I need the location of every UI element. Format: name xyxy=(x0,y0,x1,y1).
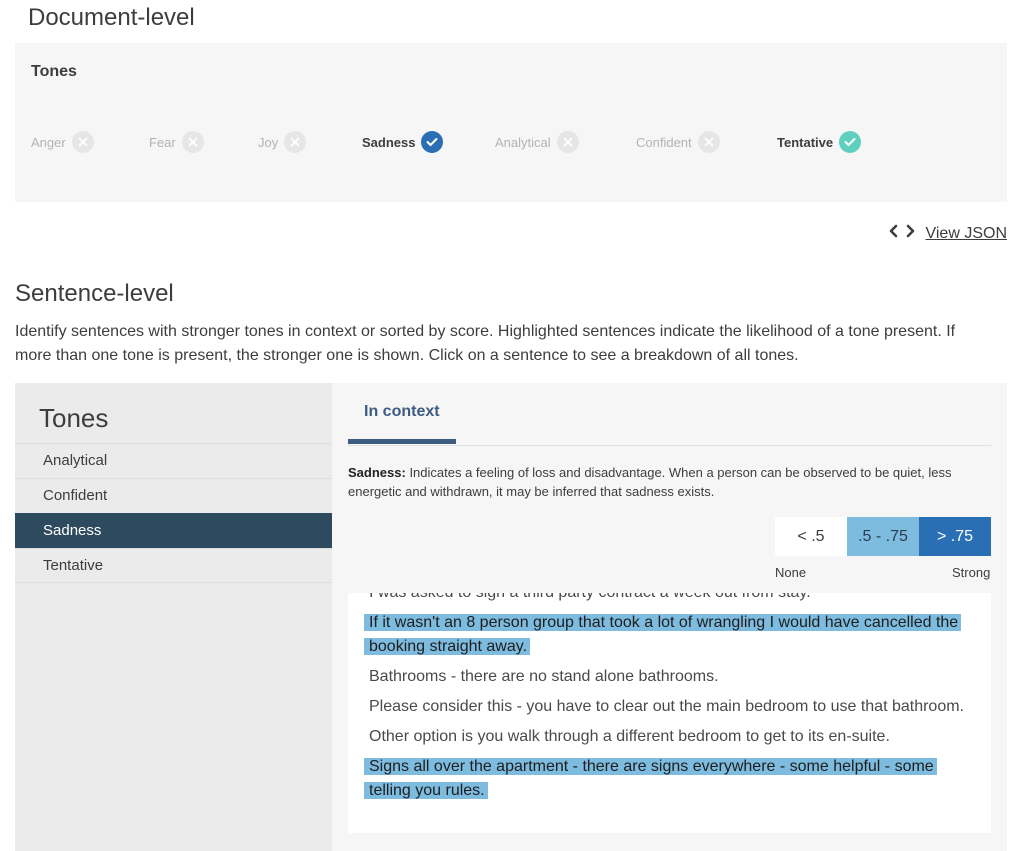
legend-low: < .5 xyxy=(775,517,847,556)
sentence[interactable]: I was asked to sign a third party contra… xyxy=(364,593,975,605)
document-level-title: Document-level xyxy=(28,4,195,31)
close-icon xyxy=(71,131,94,153)
sentence-level-panel: Tones Analytical Confident Sadness Tenta… xyxy=(15,383,1007,851)
sidebar-item-tentative[interactable]: Tentative xyxy=(15,548,332,583)
tab-in-context[interactable]: In context xyxy=(364,403,440,421)
legend-none-label: None xyxy=(775,565,807,580)
tone-label: Anger xyxy=(31,134,66,150)
sentence-level-title: Sentence-level xyxy=(15,280,174,307)
tone-chip-anger[interactable]: Anger xyxy=(31,131,94,153)
sentence[interactable]: Please consider this - you have to clear… xyxy=(364,695,975,719)
sentence-text: Signs all over the apartment - there are… xyxy=(364,758,937,799)
sentence-text: If it wasn't an 8 person group that took… xyxy=(364,614,962,655)
sidebar-item-sadness[interactable]: Sadness xyxy=(15,513,332,548)
tone-chip-joy[interactable]: Joy xyxy=(258,131,307,153)
sentences-in-context[interactable]: I was asked to sign a third party contra… xyxy=(348,593,991,833)
tone-chip-fear[interactable]: Fear xyxy=(149,131,204,153)
tone-chip-sadness[interactable]: Sadness xyxy=(362,131,444,153)
tones-panel-title: Tones xyxy=(31,63,77,80)
close-icon xyxy=(556,131,579,153)
sentence-text: I was asked to sign a third party contra… xyxy=(364,593,811,601)
sentence-level-description: Identify sentences with stronger tones i… xyxy=(15,323,956,364)
sidebar-item-confident[interactable]: Confident xyxy=(15,478,332,513)
tone-chip-tentative[interactable]: Tentative xyxy=(777,131,862,153)
sidebar-title: Tones xyxy=(39,403,109,433)
sentence-highlighted[interactable]: Signs all over the apartment - there are… xyxy=(364,755,975,803)
legend-strong-label: Strong xyxy=(952,565,991,580)
view-json-nav: View JSON xyxy=(887,224,1007,243)
sidebar-item-analytical[interactable]: Analytical xyxy=(15,443,332,478)
tone-label: Tentative xyxy=(777,134,834,150)
sentence[interactable]: Other option is you walk through a diffe… xyxy=(364,725,975,749)
legend-high: > .75 xyxy=(919,517,991,556)
tone-chip-analytical[interactable]: Analytical xyxy=(495,131,579,153)
tone-description-name: Sadness: xyxy=(348,465,406,480)
sentence-text: Other option is you walk through a diffe… xyxy=(369,728,890,745)
legend-mid: .5 - .75 xyxy=(847,517,919,556)
sentence-text: Bathrooms - there are no stand alone bat… xyxy=(369,668,719,685)
document-tones-panel: Tones Anger Fear Joy Sadness Analytical … xyxy=(15,43,1007,202)
tone-chip-confident[interactable]: Confident xyxy=(636,131,720,153)
sentence-highlighted[interactable]: If it wasn't an 8 person group that took… xyxy=(364,611,975,659)
close-icon xyxy=(181,131,204,153)
tone-label: Confident xyxy=(636,134,692,150)
tab-divider xyxy=(348,445,991,446)
checkmark-icon xyxy=(839,131,862,153)
tab-active-indicator xyxy=(348,439,456,444)
sentence-text: Please consider this - you have to clear… xyxy=(369,698,964,715)
tones-sidebar: Tones Analytical Confident Sadness Tenta… xyxy=(15,383,332,851)
tone-label: Joy xyxy=(258,134,279,150)
score-legend: < .5 .5 - .75 > .75 xyxy=(775,517,991,556)
tone-label: Sadness xyxy=(362,134,416,150)
tone-description: Sadness: Indicates a feeling of loss and… xyxy=(348,463,988,501)
code-brackets-icon[interactable] xyxy=(887,224,917,243)
sentence[interactable]: Bathrooms - there are no stand alone bat… xyxy=(364,665,975,689)
sidebar-list: Analytical Confident Sadness Tentative xyxy=(15,443,332,583)
tone-label: Fear xyxy=(149,134,176,150)
close-icon xyxy=(284,131,307,153)
close-icon xyxy=(697,131,720,153)
tone-description-text: Indicates a feeling of loss and disadvan… xyxy=(348,465,952,499)
checkmark-icon xyxy=(421,131,444,153)
tone-label: Analytical xyxy=(495,134,551,150)
view-json-link[interactable]: View JSON xyxy=(925,225,1007,243)
